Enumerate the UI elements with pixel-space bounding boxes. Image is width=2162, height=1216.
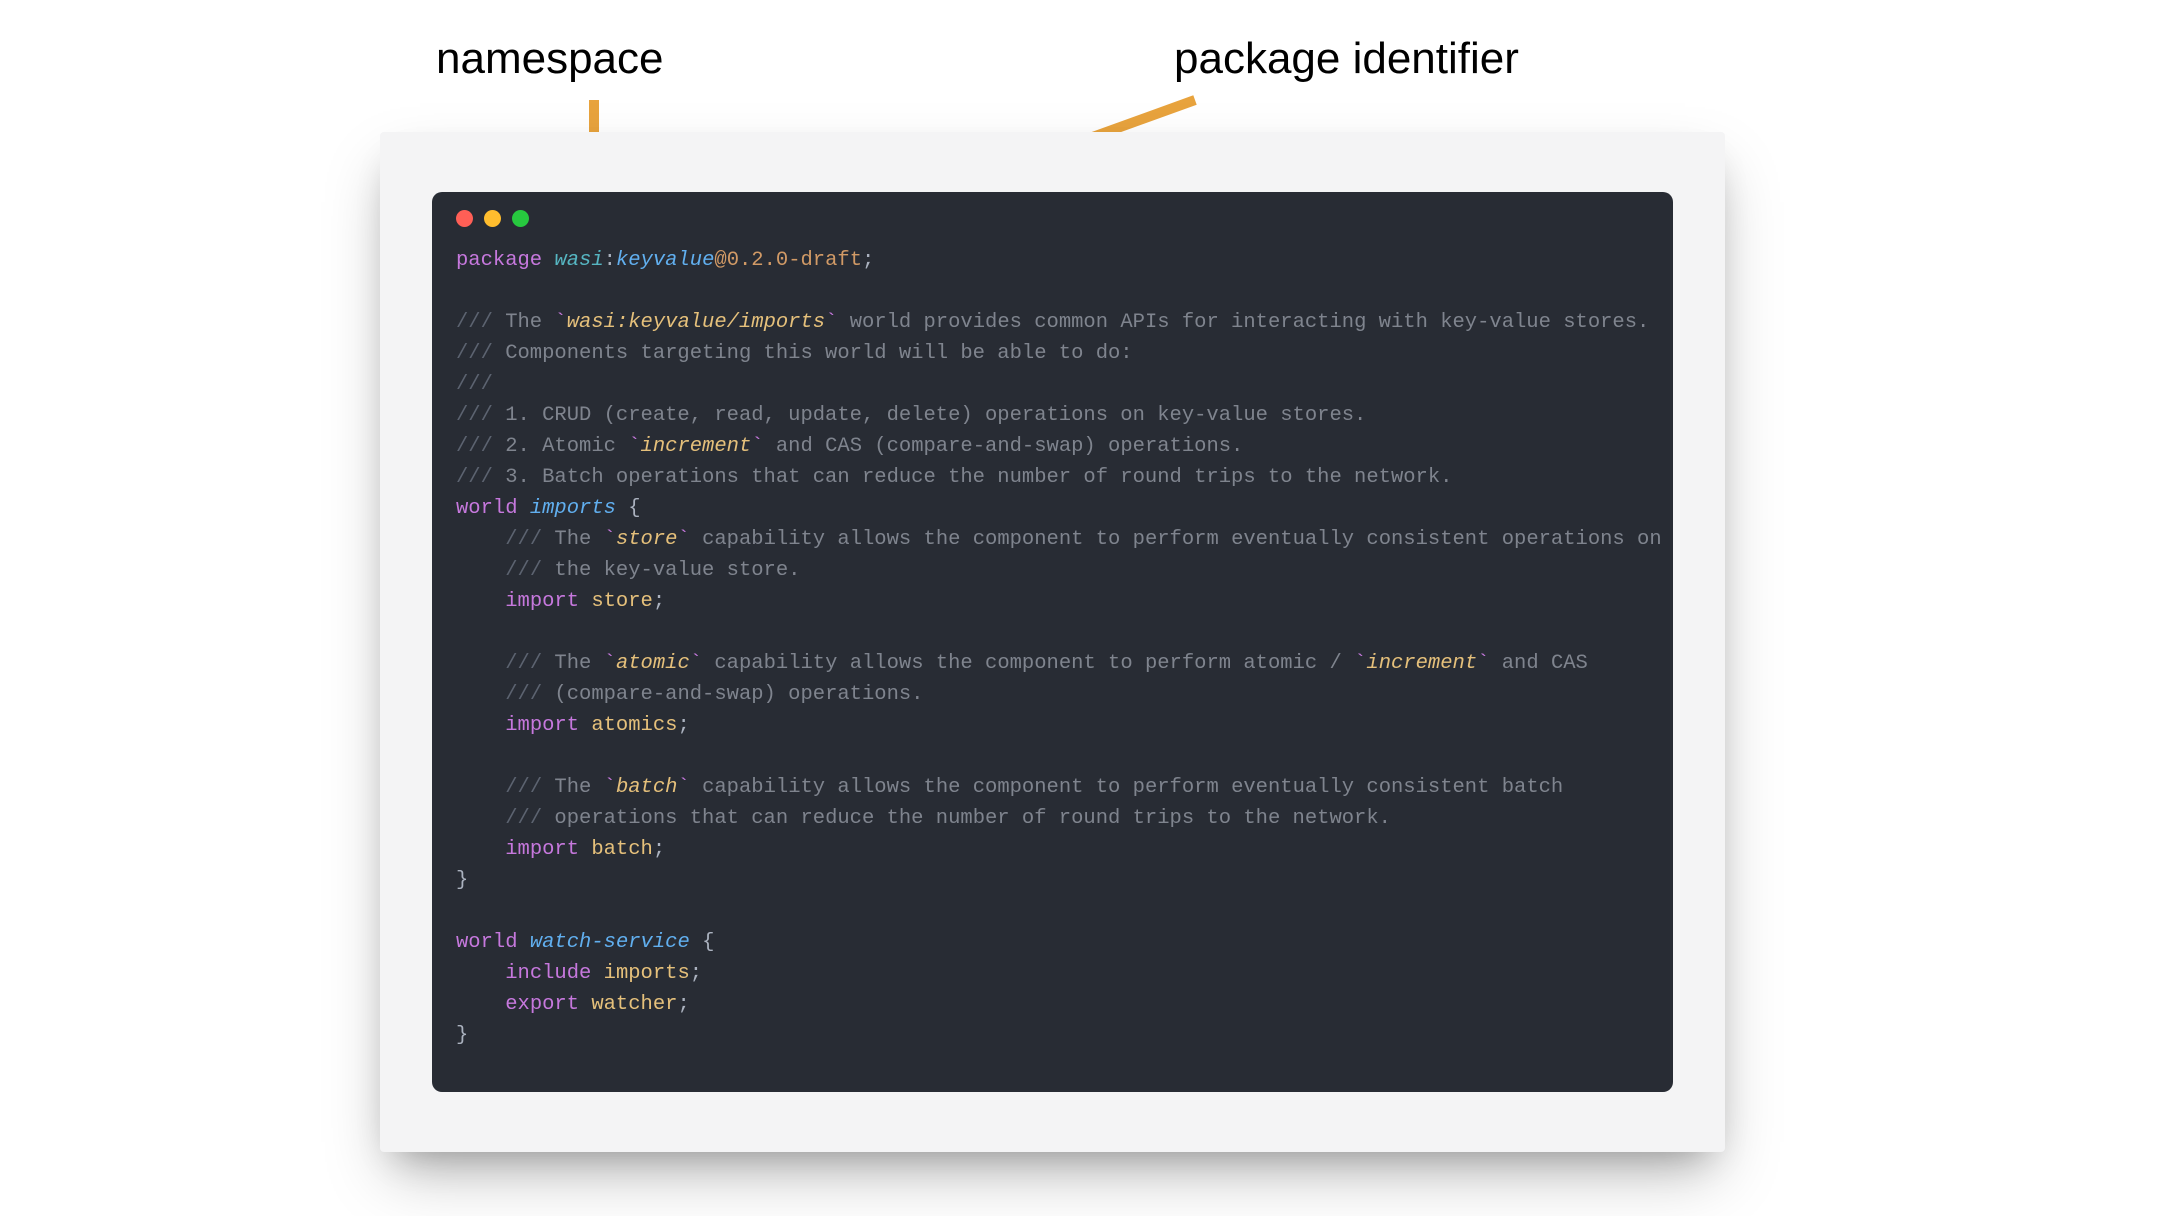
- brace-close: }: [456, 869, 468, 892]
- comment-ref: increment: [641, 435, 752, 458]
- comment-ref: atomic: [616, 652, 690, 675]
- semicolon: ;: [677, 993, 689, 1016]
- comment-slash: ///: [505, 652, 542, 675]
- comment-text: capability allows the component to perfo…: [690, 528, 1662, 551]
- comment-text: 2. Atomic: [493, 435, 628, 458]
- namespace-token: wasi: [554, 249, 603, 272]
- comment-text: and CAS (compare-and-swap) operations.: [764, 435, 1244, 458]
- indent: [456, 652, 505, 675]
- keyword-import: import: [505, 714, 579, 737]
- indent: [456, 993, 505, 1016]
- comment-tick: `: [690, 652, 702, 675]
- indent: [456, 683, 505, 706]
- comment-text: and CAS: [1489, 652, 1587, 675]
- semicolon: ;: [653, 590, 665, 613]
- keyword-world: world: [456, 497, 518, 520]
- comment-slash: ///: [456, 466, 493, 489]
- comment-tick: `: [825, 311, 837, 334]
- import-name: batch: [579, 838, 653, 861]
- comment-text: 1. CRUD (create, read, update, delete) o…: [493, 404, 1366, 427]
- annotation-label-package-identifier: package identifier: [1174, 34, 1519, 84]
- indent: [456, 838, 505, 861]
- comment-text: The: [542, 776, 604, 799]
- comment-tick: `: [604, 776, 616, 799]
- comment-slash: ///: [456, 435, 493, 458]
- comment-text: 3. Batch operations that can reduce the …: [493, 466, 1453, 489]
- code-panel: package wasi:keyvalue@0.2.0-draft; /// T…: [380, 132, 1725, 1152]
- comment-slash: ///: [505, 807, 542, 830]
- comment-text: The: [493, 311, 555, 334]
- brace-open: {: [616, 497, 641, 520]
- comment-tick: `: [554, 311, 566, 334]
- comment-tick: `: [1354, 652, 1366, 675]
- indent: [456, 559, 505, 582]
- comment-slash: ///: [505, 559, 542, 582]
- terminal-window: package wasi:keyvalue@0.2.0-draft; /// T…: [432, 192, 1673, 1092]
- semicolon: ;: [690, 962, 702, 985]
- comment-slash: ///: [505, 683, 542, 706]
- comment-text: The: [542, 652, 604, 675]
- comment-ref: wasi:keyvalue/imports: [567, 311, 825, 334]
- comment-text: capability allows the component to perfo…: [690, 776, 1563, 799]
- comment-ref: increment: [1366, 652, 1477, 675]
- comment-text: world provides common APIs for interacti…: [837, 311, 1649, 334]
- comment-tick: `: [604, 652, 616, 675]
- comment-slash: ///: [456, 373, 493, 396]
- world-name: imports: [530, 497, 616, 520]
- comment-tick: `: [1477, 652, 1489, 675]
- semicolon: ;: [677, 714, 689, 737]
- package-name-token: keyvalue: [616, 249, 714, 272]
- indent: [456, 962, 505, 985]
- export-name: watcher: [579, 993, 677, 1016]
- semicolon: ;: [653, 838, 665, 861]
- comment-slash: ///: [456, 404, 493, 427]
- comment-text: the key-value store.: [542, 559, 800, 582]
- import-name: store: [579, 590, 653, 613]
- comment-text: (compare-and-swap) operations.: [542, 683, 923, 706]
- comment-text: The: [542, 528, 604, 551]
- keyword-world: world: [456, 931, 518, 954]
- comment-text: Components targeting this world will be …: [493, 342, 1133, 365]
- comment-ref: store: [616, 528, 678, 551]
- indent: [456, 528, 505, 551]
- annotation-label-namespace: namespace: [436, 34, 663, 84]
- import-name: atomics: [579, 714, 677, 737]
- comment-ref: batch: [616, 776, 678, 799]
- keyword-include: include: [505, 962, 591, 985]
- comment-slash: ///: [456, 342, 493, 365]
- comment-tick: `: [751, 435, 763, 458]
- comment-tick: `: [677, 528, 689, 551]
- brace-close: }: [456, 1024, 468, 1047]
- semicolon: ;: [862, 249, 874, 272]
- code-block: package wasi:keyvalue@0.2.0-draft; /// T…: [456, 245, 1649, 1051]
- comment-tick: `: [604, 528, 616, 551]
- version-token: @0.2.0-draft: [714, 249, 862, 272]
- indent: [456, 776, 505, 799]
- brace-open: {: [690, 931, 715, 954]
- comment-slash: ///: [456, 311, 493, 334]
- comment-slash: ///: [505, 528, 542, 551]
- include-name: imports: [591, 962, 689, 985]
- comment-text: operations that can reduce the number of…: [542, 807, 1391, 830]
- maximize-icon: [512, 210, 529, 227]
- comment-tick: `: [677, 776, 689, 799]
- colon-token: :: [604, 249, 616, 272]
- indent: [456, 714, 505, 737]
- comment-slash: ///: [505, 776, 542, 799]
- close-icon: [456, 210, 473, 227]
- keyword-import: import: [505, 590, 579, 613]
- comment-text: capability allows the component to perfo…: [702, 652, 1354, 675]
- keyword-export: export: [505, 993, 579, 1016]
- minimize-icon: [484, 210, 501, 227]
- window-controls: [456, 210, 1649, 227]
- world-name: watch-service: [530, 931, 690, 954]
- keyword-package: package: [456, 249, 542, 272]
- indent: [456, 807, 505, 830]
- comment-tick: `: [628, 435, 640, 458]
- indent: [456, 590, 505, 613]
- keyword-import: import: [505, 838, 579, 861]
